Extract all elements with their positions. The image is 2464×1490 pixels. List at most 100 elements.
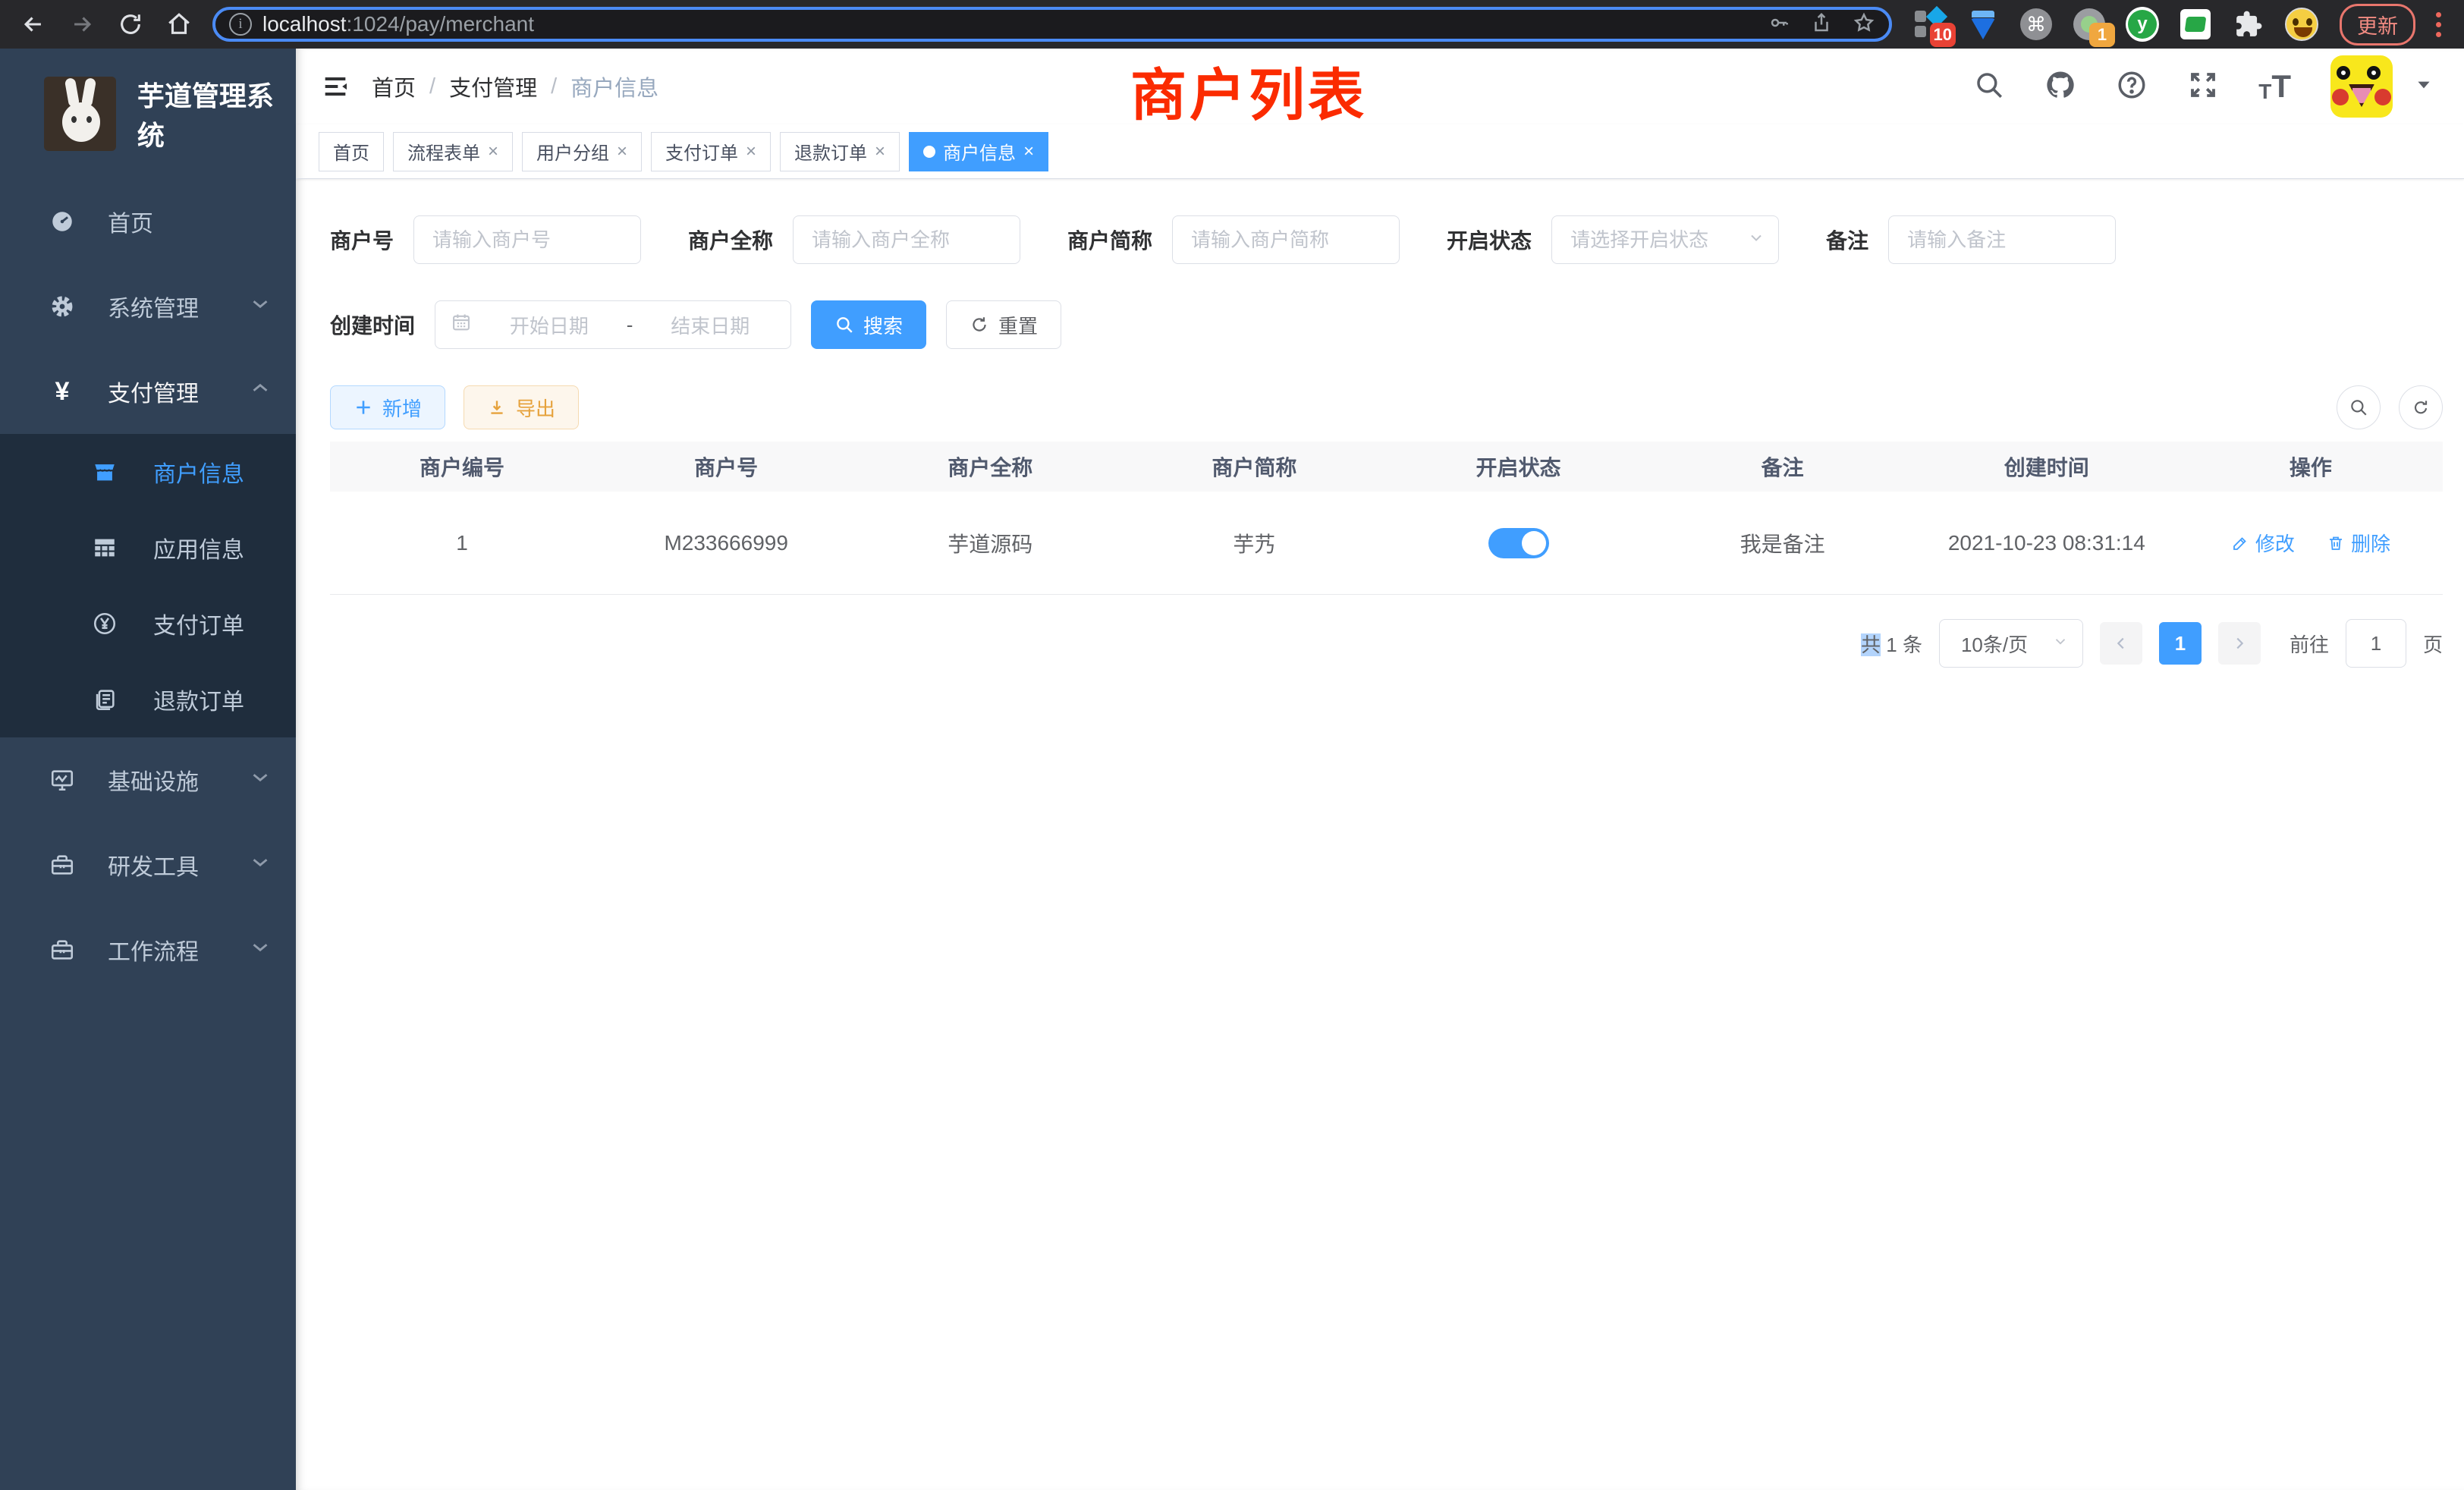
close-icon[interactable]: × <box>875 143 885 161</box>
chevron-down-icon <box>247 849 273 881</box>
forward-icon[interactable] <box>61 6 103 42</box>
breadcrumb-payment[interactable]: 支付管理 <box>449 71 537 102</box>
merchant-no-input[interactable] <box>413 215 641 264</box>
edit-link[interactable]: 修改 <box>2231 529 2295 557</box>
password-key-icon[interactable] <box>1768 11 1790 38</box>
add-button[interactable]: 新增 <box>330 385 445 429</box>
dashboard-icon <box>49 208 76 235</box>
goto-label: 前往 <box>2290 630 2329 658</box>
tab-process-form[interactable]: 流程表单× <box>393 132 513 171</box>
sidebar-item-payment[interactable]: ¥ 支付管理 <box>0 349 296 434</box>
browser-profile-avatar[interactable] <box>2285 8 2318 41</box>
url-text[interactable]: localhost:1024/pay/merchant <box>262 12 1757 36</box>
col-remark: 备注 <box>1651 451 1915 482</box>
sidebar-item-dev-tools[interactable]: 研发工具 <box>0 822 296 907</box>
tab-merchant-info[interactable]: 商户信息× <box>909 132 1048 171</box>
sidebar-item-refund-order[interactable]: 退款订单 <box>0 662 296 737</box>
status-select[interactable] <box>1551 215 1779 264</box>
show-search-toggle-button[interactable] <box>2337 385 2381 429</box>
pagination: 共 1 条 10条/页 1 前往 页 <box>330 619 2443 668</box>
toolbox-icon <box>49 851 76 879</box>
col-create-time: 创建时间 <box>1915 451 2179 482</box>
tab-refund-order[interactable]: 退款订单× <box>780 132 900 171</box>
full-name-input[interactable] <box>793 215 1020 264</box>
sidebar-item-pay-order[interactable]: 支付订单 <box>0 586 296 662</box>
extension-y-icon[interactable]: y <box>2126 8 2159 41</box>
cell-remark: 我是备注 <box>1651 528 1915 558</box>
app-logo-image <box>44 77 116 151</box>
app-logo-row[interactable]: 芋道管理系统 <box>0 49 296 179</box>
tab-home[interactable]: 首页 <box>319 132 384 171</box>
sidebar-item-merchant-info[interactable]: 商户信息 <box>0 434 296 510</box>
total-text: 共 1 条 <box>1861 630 1922 658</box>
bookmark-star-icon[interactable] <box>1853 11 1875 38</box>
document-icon <box>91 686 118 713</box>
sidebar-item-app-info[interactable]: 应用信息 <box>0 510 296 586</box>
tab-pay-order[interactable]: 支付订单× <box>651 132 771 171</box>
extension-gem-icon[interactable] <box>1966 8 2000 41</box>
search-icon[interactable] <box>1973 69 2005 105</box>
fullscreen-icon[interactable] <box>2187 69 2219 105</box>
breadcrumb-home[interactable]: 首页 <box>372 71 416 102</box>
next-page-button[interactable] <box>2218 622 2261 665</box>
home-icon[interactable] <box>158 6 200 42</box>
delete-link[interactable]: 删除 <box>2327 529 2390 557</box>
table-grid-icon <box>91 534 118 561</box>
sidebar-item-system[interactable]: 系统管理 <box>0 264 296 349</box>
chrome-menu-icon[interactable] <box>2432 12 2444 37</box>
font-size-icon[interactable]: TT <box>2258 71 2291 102</box>
extension-command-icon[interactable]: ⌘ <box>2019 8 2053 41</box>
extension-badge: 10 <box>1930 23 1956 47</box>
payment-submenu: 商户信息 应用信息 支付订单 退款订单 <box>0 434 296 737</box>
close-icon[interactable]: × <box>488 143 498 161</box>
extension-grid-icon[interactable]: 10 <box>1913 8 1947 41</box>
sidebar-item-infrastructure[interactable]: 基础设施 <box>0 737 296 822</box>
col-actions: 操作 <box>2179 451 2443 482</box>
status-toggle[interactable] <box>1488 528 1549 558</box>
current-page[interactable]: 1 <box>2159 622 2202 665</box>
short-name-input[interactable] <box>1172 215 1400 264</box>
app-title: 芋道管理系统 <box>137 74 296 153</box>
search-button[interactable]: 搜索 <box>811 300 926 349</box>
back-icon[interactable] <box>12 6 55 42</box>
github-icon[interactable] <box>2044 69 2076 105</box>
user-avatar[interactable] <box>2330 55 2393 118</box>
chrome-update-button[interactable]: 更新 <box>2340 4 2415 46</box>
close-icon[interactable]: × <box>1023 143 1034 161</box>
tab-user-group[interactable]: 用户分组× <box>522 132 642 171</box>
refresh-button[interactable] <box>2399 385 2443 429</box>
extensions-puzzle-icon[interactable] <box>2232 8 2265 41</box>
extension-chat-icon[interactable] <box>2179 8 2212 41</box>
reset-button[interactable]: 重置 <box>946 300 1061 349</box>
col-full-name: 商户全称 <box>858 451 1122 482</box>
help-icon[interactable] <box>2116 69 2148 105</box>
col-short-name: 商户简称 <box>1122 451 1386 482</box>
prev-page-button[interactable] <box>2100 622 2142 665</box>
page-size-select[interactable]: 10条/页 <box>1939 619 2083 668</box>
sidebar-collapse-icon[interactable] <box>319 70 352 103</box>
chevron-down-icon <box>247 764 273 796</box>
export-button[interactable]: 导出 <box>464 385 579 429</box>
yen-icon: ¥ <box>49 378 76 405</box>
share-icon[interactable] <box>1810 11 1833 38</box>
reload-icon[interactable] <box>109 6 152 42</box>
url-host: localhost <box>262 12 347 36</box>
date-range-picker[interactable]: 开始日期 - 结束日期 <box>435 300 791 349</box>
cell-full-name: 芋道源码 <box>858 528 1122 558</box>
remark-input[interactable] <box>1888 215 2116 264</box>
status-label: 开启状态 <box>1447 225 1532 255</box>
sidebar: 芋道管理系统 首页 系统管理 ¥ 支付管理 商户信息 <box>0 49 296 1490</box>
table-header-row: 商户编号 商户号 商户全称 商户简称 开启状态 备注 创建时间 操作 <box>330 442 2443 492</box>
sidebar-item-home[interactable]: 首页 <box>0 179 296 264</box>
close-icon[interactable]: × <box>617 143 627 161</box>
avatar-caret-icon[interactable] <box>2414 75 2434 99</box>
merchant-table: 商户编号 商户号 商户全称 商户简称 开启状态 备注 创建时间 操作 1 M23… <box>330 442 2443 595</box>
close-icon[interactable]: × <box>746 143 756 161</box>
extension-recorder-icon[interactable]: 1 <box>2073 8 2106 41</box>
site-info-icon[interactable]: i <box>229 13 252 36</box>
create-time-label: 创建时间 <box>330 310 415 340</box>
address-bar[interactable]: i localhost:1024/pay/merchant <box>212 7 1892 42</box>
merchant-no-label: 商户号 <box>330 225 394 255</box>
goto-page-input[interactable] <box>2346 619 2406 668</box>
sidebar-item-workflow[interactable]: 工作流程 <box>0 907 296 992</box>
